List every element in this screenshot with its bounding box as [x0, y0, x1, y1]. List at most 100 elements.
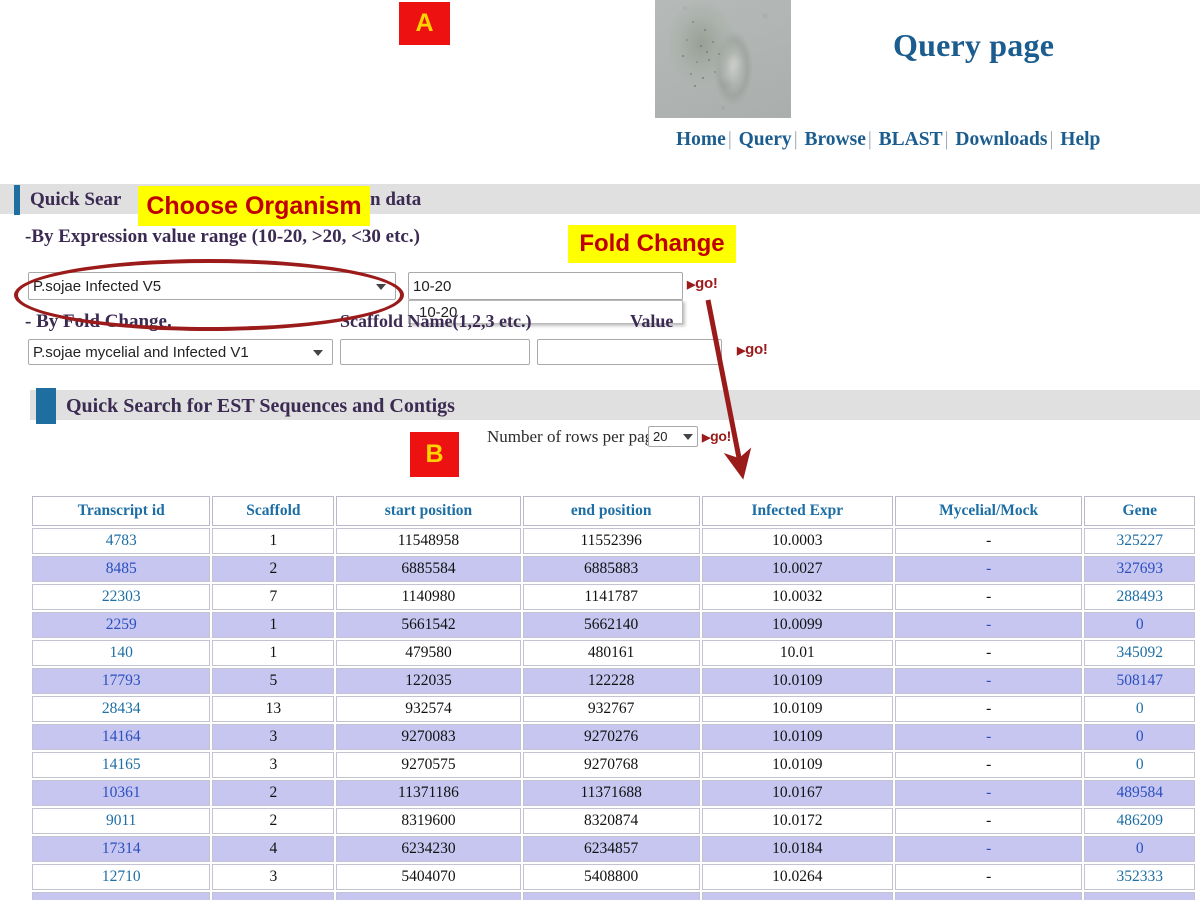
- expression-section-title-head: Quick Sear: [30, 189, 122, 210]
- cell-end-position: 1141787: [522, 584, 700, 610]
- cell-end-position: 932767: [522, 696, 700, 722]
- value-input[interactable]: [537, 339, 722, 365]
- table-row[interactable]: 10361 2 11371186 11371688 10.0167 - 4895…: [32, 780, 1195, 806]
- cell-start-position: 5661542: [336, 612, 521, 638]
- table-row[interactable]: 28434 13 932574 932767 10.0109 - 0: [32, 696, 1195, 722]
- col-header-gene[interactable]: Gene: [1084, 496, 1195, 526]
- cell-transcript-id[interactable]: 2259: [32, 612, 211, 638]
- cell-infected-expr: 10.0109: [701, 724, 893, 750]
- table-header-row: Transcript id Scaffold start position en…: [32, 496, 1195, 526]
- annotation-marker-a-text: A: [415, 9, 434, 37]
- fold-change-go-label: go!: [745, 341, 768, 358]
- nav-link-blast[interactable]: BLAST: [879, 129, 943, 150]
- cell-transcript-id[interactable]: 14165: [32, 752, 211, 778]
- expression-section-title-tail: n data: [370, 189, 422, 210]
- cell-end-position: 9270768: [522, 752, 700, 778]
- table-row[interactable]: 2259 1 5661542 5662140 10.0099 - 0: [32, 612, 1195, 638]
- rows-per-page-select[interactable]: 20: [648, 426, 698, 447]
- col-header-end-position[interactable]: end position: [522, 496, 700, 526]
- cell-gene[interactable]: 0: [1084, 612, 1195, 638]
- nav-link-query[interactable]: Query: [739, 129, 792, 150]
- table-row[interactable]: 4783 1 11548958 11552396 10.0003 - 32522…: [32, 528, 1195, 554]
- cell-transcript-id[interactable]: 22303: [32, 584, 211, 610]
- nav-link-help[interactable]: Help: [1060, 129, 1100, 150]
- cell-gene[interactable]: 352333: [1084, 864, 1195, 890]
- cell-transcript-id[interactable]: 4783: [32, 528, 211, 554]
- cell-gene[interactable]: 0: [1084, 836, 1195, 862]
- cell-gene[interactable]: 325227: [1084, 528, 1195, 554]
- table-row[interactable]: 17314 4 6234230 6234857 10.0184 - 0: [32, 836, 1195, 862]
- query-page-screenshot: Query page Home | Query | Browse | BLAST | D…: [0, 0, 1200, 900]
- cell-gene[interactable]: 0: [1084, 752, 1195, 778]
- cell-transcript-id[interactable]: 12710: [32, 864, 211, 890]
- table-row[interactable]: 140 1 479580 480161 10.01 - 345092: [32, 640, 1195, 666]
- est-section-title: Quick Search for EST Sequences and Conti…: [66, 395, 455, 417]
- table-row[interactable]: 14164 3 9270083 9270276 10.0109 - 0: [32, 724, 1195, 750]
- cell-transcript-id[interactable]: 140: [32, 640, 211, 666]
- cell-gene[interactable]: 0: [1084, 696, 1195, 722]
- table-row[interactable]: 22303 7 1140980 1141787 10.0032 - 288493: [32, 584, 1195, 610]
- go-triangle-icon: ▶: [687, 279, 696, 291]
- cell-gene[interactable]: 0: [1084, 724, 1195, 750]
- cell-scaffold: 1: [212, 612, 335, 638]
- col-header-start-position[interactable]: start position: [336, 496, 521, 526]
- cell-scaffold: [212, 892, 335, 900]
- organism-select[interactable]: P.sojae Infected V5: [28, 272, 396, 300]
- cell-scaffold: 2: [212, 808, 335, 834]
- fold-change-go-button[interactable]: ▶go!: [737, 341, 768, 358]
- annotation-choose-organism-text: Choose Organism: [146, 191, 362, 220]
- nav-link-home[interactable]: Home: [676, 129, 726, 150]
- col-header-scaffold[interactable]: Scaffold: [212, 496, 335, 526]
- fold-organism-select[interactable]: P.sojae mycelial and Infected V1: [28, 339, 333, 365]
- cell-start-position: 122035: [336, 668, 521, 694]
- expression-go-label: go!: [695, 275, 718, 292]
- cell-gene[interactable]: 508147: [1084, 668, 1195, 694]
- cell-mycelial-mock: -: [894, 696, 1083, 722]
- rows-per-page-go-label: go!: [710, 428, 732, 444]
- cell-gene[interactable]: [1084, 892, 1195, 900]
- cell-gene[interactable]: 327693: [1084, 556, 1195, 582]
- cell-mycelial-mock: -: [894, 640, 1083, 666]
- table-row[interactable]: 12710 3 5404070 5408800 10.0264 - 352333: [32, 864, 1195, 890]
- cell-gene[interactable]: 486209: [1084, 808, 1195, 834]
- cell-transcript-id[interactable]: 8485: [32, 556, 211, 582]
- cell-scaffold: 1: [212, 528, 335, 554]
- cell-end-position: 5662140: [522, 612, 700, 638]
- scaffold-name-input[interactable]: [340, 339, 530, 365]
- table-row[interactable]: 17793 5 122035 122228 10.0109 - 508147: [32, 668, 1195, 694]
- cell-end-position: 480161: [522, 640, 700, 666]
- cell-mycelial-mock: -: [894, 836, 1083, 862]
- expression-value-input[interactable]: [408, 272, 683, 300]
- cell-gene[interactable]: 288493: [1084, 584, 1195, 610]
- cell-start-position: 9270083: [336, 724, 521, 750]
- cell-transcript-id[interactable]: 10361: [32, 780, 211, 806]
- col-header-infected-expr[interactable]: Infected Expr: [701, 496, 893, 526]
- nav-separator: |: [793, 129, 798, 150]
- table-row[interactable]: 8485 2 6885584 6885883 10.0027 - 327693: [32, 556, 1195, 582]
- cell-transcript-id[interactable]: [32, 892, 211, 900]
- nav-link-browse[interactable]: Browse: [804, 129, 865, 150]
- go-triangle-icon: ▶: [702, 432, 711, 444]
- cell-infected-expr: 10.0172: [701, 808, 893, 834]
- rows-per-page-go-button[interactable]: ▶go!: [702, 428, 731, 444]
- expression-go-button[interactable]: ▶go!: [687, 275, 718, 292]
- fold-change-label: - By Fold Change.: [25, 311, 172, 332]
- cell-scaffold: 2: [212, 556, 335, 582]
- cell-gene[interactable]: 489584: [1084, 780, 1195, 806]
- cell-infected-expr: 10.01: [701, 640, 893, 666]
- col-header-transcript-id[interactable]: Transcript id: [32, 496, 211, 526]
- cell-transcript-id[interactable]: 17314: [32, 836, 211, 862]
- cell-gene[interactable]: 345092: [1084, 640, 1195, 666]
- cell-transcript-id[interactable]: 14164: [32, 724, 211, 750]
- annotation-marker-b: B: [410, 432, 459, 477]
- nav-link-downloads[interactable]: Downloads: [955, 129, 1047, 150]
- cell-end-position: 122228: [522, 668, 700, 694]
- cell-scaffold: 13: [212, 696, 335, 722]
- table-row[interactable]: 9011 2 8319600 8320874 10.0172 - 486209: [32, 808, 1195, 834]
- col-header-mycelial-mock[interactable]: Mycelial/Mock: [894, 496, 1083, 526]
- cell-transcript-id[interactable]: 9011: [32, 808, 211, 834]
- table-row[interactable]: [32, 892, 1195, 900]
- cell-transcript-id[interactable]: 28434: [32, 696, 211, 722]
- table-row[interactable]: 14165 3 9270575 9270768 10.0109 - 0: [32, 752, 1195, 778]
- cell-transcript-id[interactable]: 17793: [32, 668, 211, 694]
